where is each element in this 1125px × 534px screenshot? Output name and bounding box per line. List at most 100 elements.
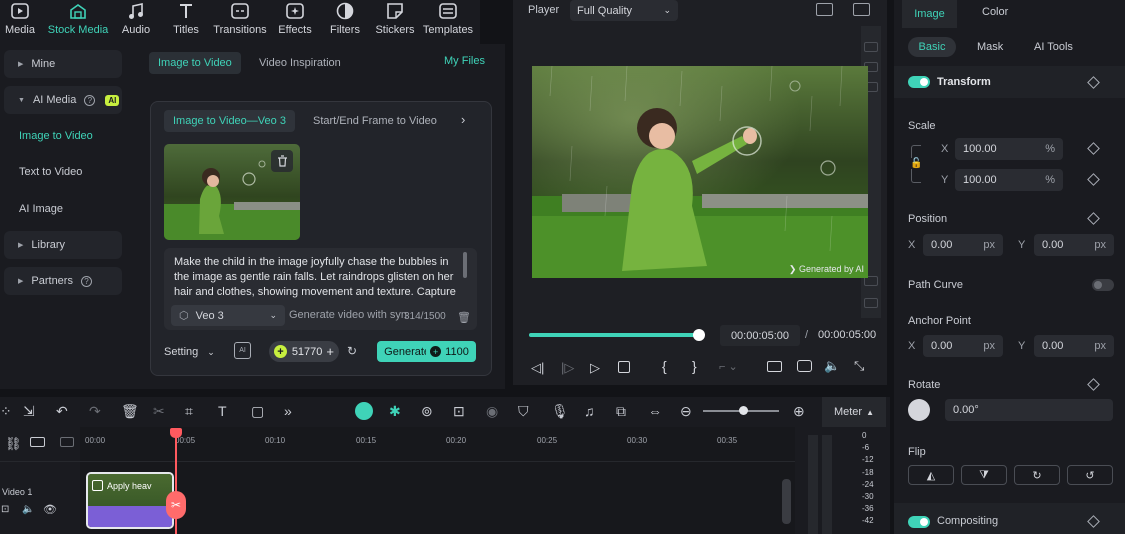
toolbar-stock-media[interactable]: Stock Media <box>47 0 109 44</box>
rotate-field[interactable]: 0.00° <box>945 399 1113 421</box>
lock-icon[interactable]: 🔓 <box>910 158 923 169</box>
flip-vertical-button[interactable]: ⧩ <box>961 465 1007 485</box>
transform-toggle[interactable] <box>908 76 930 88</box>
rotate-dial[interactable] <box>908 399 930 421</box>
scale-x-keyframe-icon[interactable] <box>1087 142 1100 155</box>
toolbar-templates[interactable]: Templates <box>422 0 474 44</box>
subtab-mask[interactable]: Mask <box>977 41 1003 53</box>
next-frame-icon[interactable]: |▷ <box>561 360 574 376</box>
cut-icon[interactable]: ✂ <box>153 403 165 420</box>
sidebar-item-mine[interactable]: ▶ Mine <box>4 50 122 78</box>
scale-y-keyframe-icon[interactable] <box>1087 173 1100 186</box>
snapshot-icon[interactable] <box>797 360 812 372</box>
rotate-keyframe-icon[interactable] <box>1087 378 1100 391</box>
tab-video-inspiration[interactable]: Video Inspiration <box>250 52 350 74</box>
path-curve-toggle[interactable] <box>1092 279 1114 291</box>
model-select[interactable]: ⬡ Veo 3 ⌄ <box>171 305 285 326</box>
shape-tool-icon[interactable]: ▢ <box>251 403 264 420</box>
sidebar-item-image-to-video[interactable]: Image to Video <box>19 130 93 142</box>
volume-icon[interactable]: 🔈 <box>824 358 840 374</box>
current-time[interactable]: 00:00:05:00 <box>720 325 800 346</box>
split-clip-button[interactable]: ✂ <box>166 491 186 519</box>
snap-icon[interactable]: ✱ <box>389 403 401 420</box>
link-icon[interactable]: ⛓ <box>5 436 22 452</box>
refresh-icon[interactable]: ↻ <box>347 344 357 358</box>
flip-horizontal-button[interactable]: ◭ <box>908 465 954 485</box>
stop-icon[interactable] <box>618 361 630 373</box>
subtab-ai-tools[interactable]: AI Tools <box>1034 41 1073 53</box>
toolbar-stickers[interactable]: Stickers <box>375 0 415 44</box>
delete-icon[interactable]: 🗑 <box>121 403 139 420</box>
timeline-scrollbar[interactable] <box>782 479 791 524</box>
video-preview[interactable]: ❯ Generated by AI <box>532 66 868 278</box>
playback-progress-handle[interactable] <box>693 329 705 341</box>
anchor-y-field[interactable]: 0.00 px <box>1034 335 1114 357</box>
image-view-icon[interactable] <box>853 3 870 16</box>
pointer-tool-icon[interactable]: ⇲ <box>23 403 35 420</box>
source-image-thumbnail[interactable] <box>164 144 300 240</box>
rotate-clockwise-button[interactable]: ↻ <box>1014 465 1060 485</box>
fit-timeline-icon[interactable]: ⇔ <box>648 403 662 419</box>
playhead-handle[interactable] <box>170 428 182 438</box>
anchor-x-field[interactable]: 0.00 px <box>923 335 1003 357</box>
meter-toggle[interactable]: Meter ▲ <box>822 397 886 427</box>
previous-frame-icon[interactable]: ◁| <box>531 360 544 376</box>
microphone-icon[interactable]: 🎙 <box>551 403 569 420</box>
audio-stretch-icon[interactable]: ⊚ <box>421 403 433 420</box>
position-y-field[interactable]: 0.00 px <box>1034 234 1114 256</box>
add-track-icon[interactable] <box>60 437 74 447</box>
zoom-in-icon[interactable]: ⊕ <box>793 403 805 420</box>
zoom-slider-handle[interactable] <box>739 406 748 415</box>
chevron-right-icon[interactable]: › <box>461 112 465 127</box>
replace-clip-icon[interactable]: ⧉ <box>616 403 626 420</box>
playback-progress-track[interactable] <box>529 329 705 341</box>
shield-icon[interactable]: ⛉ <box>518 403 529 420</box>
delete-image-button[interactable] <box>271 150 293 172</box>
ai-mate-icon[interactable] <box>355 402 373 420</box>
redo-icon[interactable]: ↷ <box>89 403 101 420</box>
quality-select[interactable]: Full Quality ⌄ <box>570 0 678 21</box>
toolbar-filters[interactable]: Filters <box>328 0 362 44</box>
sidebar-item-ai-image[interactable]: AI Image <box>19 203 63 215</box>
grid-view-icon[interactable] <box>816 3 833 16</box>
track-visibility-icon[interactable]: 👁 <box>43 503 57 516</box>
zoom-out-icon[interactable]: ⊖ <box>680 403 692 420</box>
toolbar-effects[interactable]: Effects <box>277 0 313 44</box>
toolbar-transitions[interactable]: Transitions <box>212 0 268 44</box>
position-keyframe-icon[interactable] <box>1087 212 1100 225</box>
auto-reframe-icon[interactable]: ⊡ <box>453 403 465 420</box>
add-credits-icon[interactable]: + <box>326 344 334 359</box>
music-list-icon[interactable]: ♫ <box>584 403 595 419</box>
prompt-textarea[interactable]: Make the child in the image joyfully cha… <box>174 255 459 299</box>
prompt-scrollbar[interactable] <box>463 252 467 278</box>
clip-marker-icon[interactable]: ⌐ ⌄ <box>719 360 738 373</box>
ai-settings-icon[interactable]: AI <box>234 342 251 359</box>
tab-start-end-frame[interactable]: Start/End Frame to Video <box>304 110 446 132</box>
help-icon[interactable]: ? <box>80 275 92 287</box>
scale-x-field[interactable]: 100.00% <box>955 138 1063 160</box>
my-files-link[interactable]: My Files <box>444 55 485 67</box>
position-x-field[interactable]: 0.00 px <box>923 234 1003 256</box>
fullscreen-icon[interactable]: ⤡ <box>854 358 864 374</box>
clear-prompt-icon[interactable]: 🗑 <box>457 311 471 324</box>
setting-dropdown[interactable]: Setting ⌄ <box>164 346 215 358</box>
sidebar-item-text-to-video[interactable]: Text to Video <box>19 166 82 178</box>
tab-image-to-video[interactable]: Image to Video <box>149 52 241 74</box>
sidebar-item-partners[interactable]: ▶ Partners ? <box>4 267 122 295</box>
rotate-counterclockwise-button[interactable]: ↺ <box>1067 465 1113 485</box>
track-manager-icon[interactable] <box>30 437 45 447</box>
tab-color[interactable]: Color <box>982 6 1008 18</box>
mark-out-icon[interactable]: } <box>692 358 697 374</box>
text-tool-icon[interactable]: T <box>218 403 227 419</box>
speed-icon[interactable]: ◉ <box>486 403 498 420</box>
play-icon[interactable]: ▷ <box>590 360 600 376</box>
sidebar-item-library[interactable]: ▶ Library <box>4 231 122 259</box>
track-lock-icon[interactable]: ⊡ <box>1 504 9 515</box>
help-icon[interactable]: ? <box>84 94 96 106</box>
toolbar-titles[interactable]: Titles <box>170 0 202 44</box>
more-tools-icon[interactable]: » <box>284 403 292 419</box>
toolbar-audio[interactable]: Audio <box>118 0 154 44</box>
sidebar-item-ai-media[interactable]: ▼ AI Media ? AI <box>4 86 122 114</box>
toolbar-media[interactable]: Media <box>4 0 36 44</box>
crop-icon[interactable]: ⌗ <box>185 403 193 420</box>
